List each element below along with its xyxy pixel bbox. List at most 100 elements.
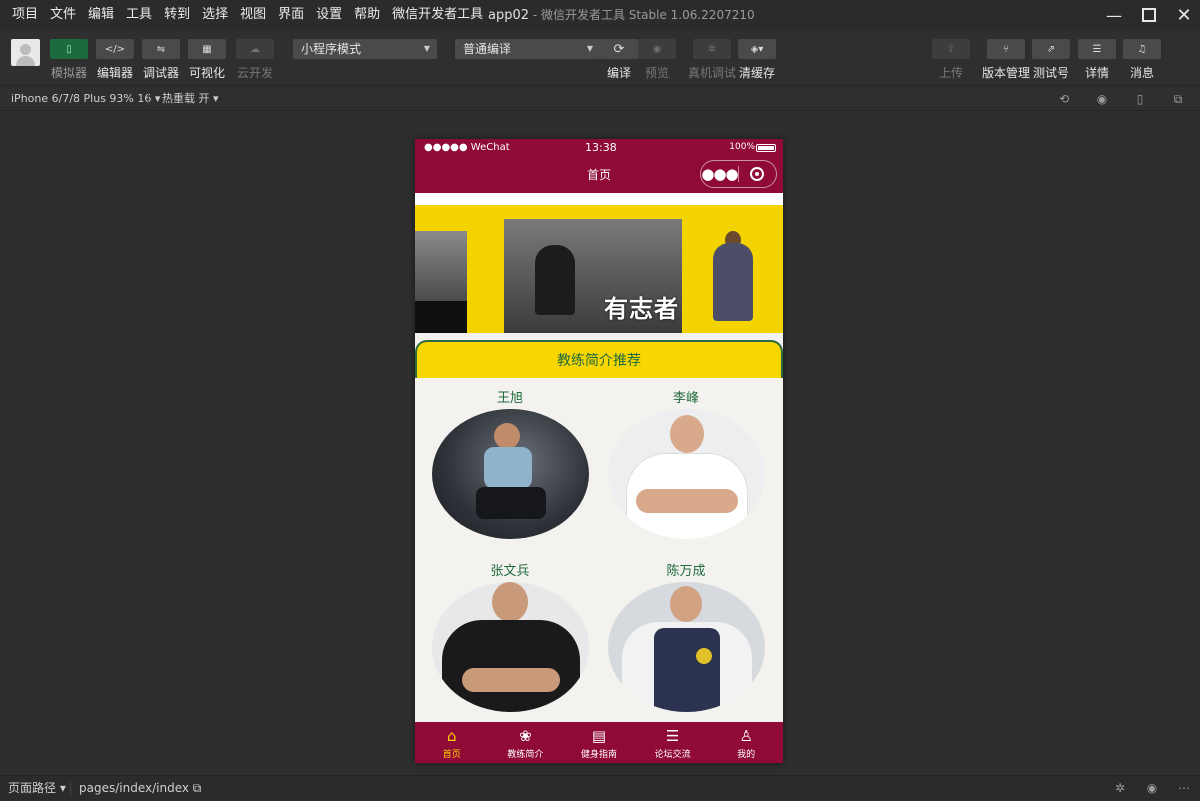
coach-card[interactable]: 王旭 [430, 391, 590, 539]
coach-name: 张文兵 [490, 564, 530, 579]
hot-reload-value: 热重载 开 [162, 91, 210, 105]
messages-button[interactable]: ♫ 消息 [1123, 39, 1161, 81]
coach-name: 李峰 [672, 391, 699, 406]
bug-icon[interactable]: ✲ [1112, 780, 1128, 796]
eye-icon[interactable]: ◉ [1144, 780, 1160, 796]
maximize-button[interactable] [1130, 0, 1168, 30]
tab-fitness-guide[interactable]: ▤ 健身指南 [562, 722, 636, 763]
layout-icon: ▦ [188, 39, 226, 59]
tab-mine[interactable]: ♙ 我的 [709, 722, 783, 763]
close-icon: ✕ [1176, 4, 1192, 26]
copy-icon[interactable]: ⧉ [193, 781, 202, 795]
upload-button[interactable]: ⇪ 上传 [932, 39, 970, 81]
bell-icon: ♫ [1123, 39, 1161, 59]
simulator-label: 模拟器 [50, 66, 87, 80]
coach-name: 王旭 [496, 391, 523, 406]
coach-card[interactable]: 陈万成 [606, 564, 766, 712]
toolbar: ▯ 模拟器 </> 编辑器 ⇋ 调试器 ▦ 可视化 ☁ 云开发 小程序模式 ▼ … [0, 30, 1200, 86]
menu-item-edit[interactable]: 编辑 [82, 0, 120, 30]
compile-select[interactable]: 普通编译 ▼ [455, 39, 600, 59]
rotate-icon[interactable]: ⟲ [1056, 91, 1072, 107]
capsule-menu: ●●● [700, 160, 777, 188]
menu-item-file[interactable]: 文件 [44, 0, 82, 30]
tab-forum[interactable]: ☰ 论坛交流 [636, 722, 710, 763]
grid-icon: ❀ [519, 727, 532, 745]
version-button[interactable]: ⑂ 版本管理 [982, 39, 1030, 81]
coach-photo [431, 582, 589, 712]
device-icon[interactable]: ▯ [1132, 91, 1148, 107]
preview-label: 预览 [644, 66, 669, 80]
close-button[interactable]: ✕ [1165, 0, 1200, 30]
debugger-button[interactable]: ⇋ 调试器 [142, 39, 180, 81]
battery-percent: 100% [729, 142, 755, 152]
coach-photo-legs [475, 487, 546, 519]
details-label: 详情 [1084, 66, 1109, 80]
window-app-name: app02 [488, 8, 530, 23]
page-path-select[interactable]: 页面路径 ▾ [8, 776, 66, 801]
minimize-button[interactable]: — [1095, 0, 1133, 30]
list-icon: ☰ [665, 727, 680, 745]
coach-photo-body [483, 447, 532, 489]
cloud-button[interactable]: ☁ 云开发 [236, 39, 274, 81]
divider [148, 92, 149, 105]
coach-photo-figure [493, 423, 520, 449]
section-title: 教练简介推荐 [415, 340, 783, 378]
page-path-value: pages/index/index [79, 781, 189, 795]
visual-button[interactable]: ▦ 可视化 [188, 39, 226, 81]
banner-athlete-figure [535, 245, 575, 315]
compile-button[interactable]: ⟳ 编译 [600, 39, 638, 81]
avatar[interactable] [11, 39, 40, 66]
device-select[interactable]: iPhone 6/7/8 Plus 93% 16 ▾ [11, 86, 160, 111]
menu-item-help[interactable]: 帮助 [348, 0, 386, 30]
menu-item-devtools[interactable]: 微信开发者工具 [386, 0, 489, 30]
coach-photo [607, 409, 765, 539]
tab-coaches[interactable]: ❀ 教练简介 [489, 722, 563, 763]
tab-label: 首页 [442, 750, 461, 760]
clear-cache-label: 清缓存 [738, 66, 775, 80]
eye-icon: ◉ [638, 39, 676, 59]
test-account-button[interactable]: ⇗ 测试号 [1032, 39, 1070, 81]
record-icon[interactable]: ◉ [1094, 91, 1110, 107]
remote-debug-button[interactable]: ✲ 真机调试 [688, 39, 736, 81]
menu-item-goto[interactable]: 转到 [158, 0, 196, 30]
tab-home[interactable]: ⌂ 首页 [415, 722, 489, 763]
more-icon[interactable]: ●●● [701, 161, 738, 187]
bottom-status-bar: 页面路径 ▾ pages/index/index ⧉ ✲ ◉ ⋯ [0, 775, 1200, 800]
mode-select-value: 小程序模式 [301, 42, 362, 56]
banner-top-strip [415, 193, 783, 205]
phone-nav-bar: 首页 ●●● [415, 157, 783, 193]
more-icon[interactable]: ⋯ [1176, 780, 1192, 796]
maximize-icon [1142, 8, 1156, 22]
mode-select[interactable]: 小程序模式 ▼ [293, 39, 437, 59]
banner-black-block [415, 301, 467, 333]
editor-button[interactable]: </> 编辑器 [96, 39, 134, 81]
battery-icon [756, 144, 776, 152]
menu-item-tools[interactable]: 工具 [120, 0, 158, 30]
close-miniprogram-button[interactable] [739, 167, 776, 181]
menu-item-interface[interactable]: 界面 [272, 0, 310, 30]
window-icon[interactable]: ⧉ [1170, 91, 1186, 107]
coach-photo [431, 409, 589, 539]
tab-bar: ⌂ 首页 ❀ 教练简介 ▤ 健身指南 ☰ 论坛交流 ♙ 我的 [415, 722, 783, 763]
layers-icon: ◈▾ [738, 39, 776, 59]
coach-card[interactable]: 李峰 [606, 391, 766, 539]
coach-card[interactable]: 张文兵 [430, 564, 590, 712]
menu-item-settings[interactable]: 设置 [310, 0, 348, 30]
hot-reload-select[interactable]: 热重载 开 ▾ [162, 86, 219, 111]
banner-image[interactable]: 有志者 [415, 193, 783, 333]
coach-photo-figure [491, 582, 528, 622]
upload-label: 上传 [938, 66, 963, 80]
menu-item-view[interactable]: 视图 [234, 0, 272, 30]
device-select-value: iPhone 6/7/8 Plus 93% 16 [11, 91, 152, 105]
divider [70, 782, 71, 795]
clear-cache-button[interactable]: ◈▾ 清缓存 [738, 39, 776, 81]
preview-button[interactable]: ◉ 预览 [638, 39, 676, 81]
details-button[interactable]: ☰ 详情 [1078, 39, 1116, 81]
messages-label: 消息 [1129, 66, 1154, 80]
debugger-label: 调试器 [142, 66, 179, 80]
chevron-down-icon: ▼ [586, 44, 593, 53]
menu-icon: ☰ [1078, 39, 1116, 59]
simulator-button[interactable]: ▯ 模拟器 [50, 39, 88, 81]
menu-item-select[interactable]: 选择 [196, 0, 234, 30]
menu-item-project[interactable]: 项目 [6, 0, 44, 30]
